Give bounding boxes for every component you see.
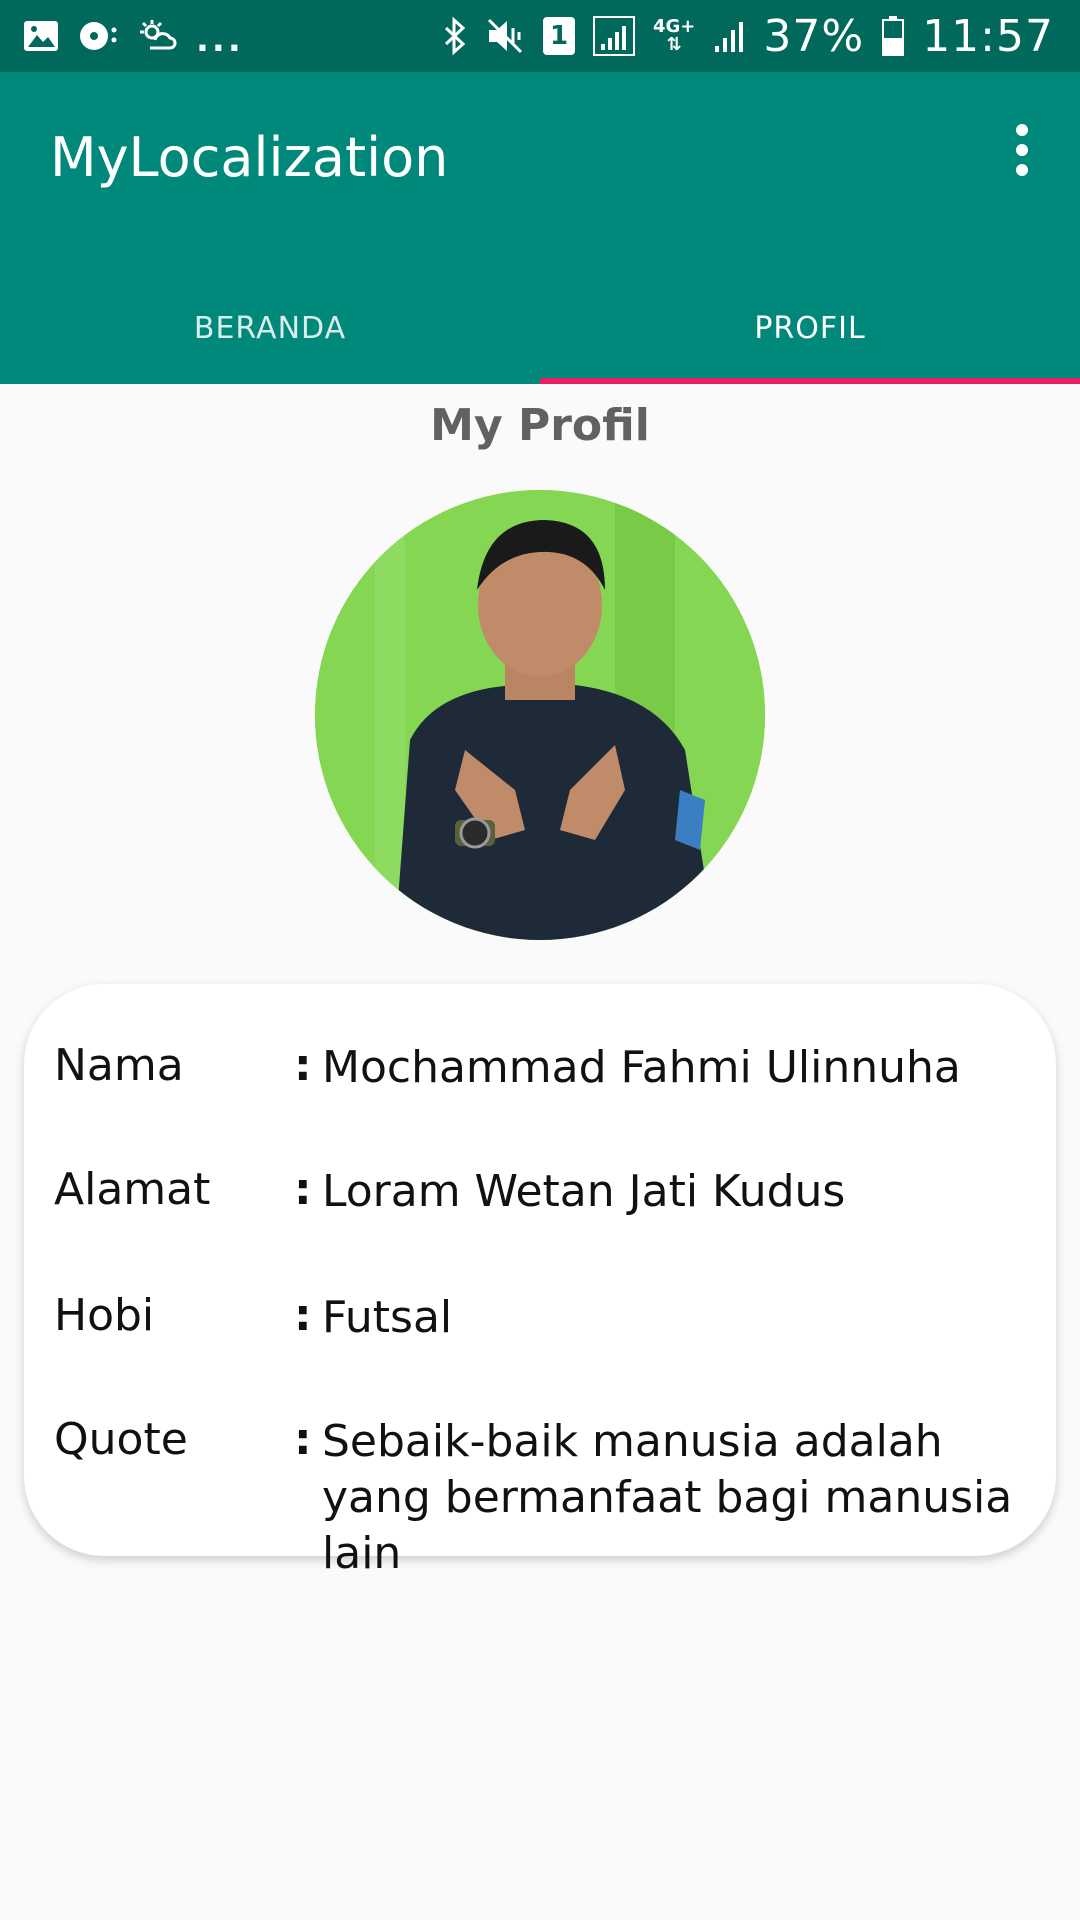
app-bar: MyLocalization BERANDA PROFIL — [0, 72, 1080, 384]
signal-sim1-icon — [593, 14, 635, 58]
image-icon — [22, 14, 60, 58]
profile-row-alamat: Alamat : Loram Wetan Jati Kudus — [54, 1164, 1032, 1220]
status-bar-right: 1 4G+ ⇅ 37% 11:57 — [443, 11, 1054, 62]
profile-row-hobi: Hobi : Futsal — [54, 1290, 1032, 1346]
weather-icon — [136, 14, 178, 58]
row-value: Mochammad Fahmi Ulinnuha — [322, 1042, 961, 1093]
clock: 11:57 — [922, 10, 1054, 62]
status-bar-left: ... — [22, 14, 244, 58]
status-bar: ... 1 4G+ ⇅ 37% 11:57 — [0, 0, 1080, 72]
mute-vibrate-icon — [485, 14, 525, 58]
row-label: Hobi — [54, 1290, 155, 1341]
row-separator: : — [294, 1164, 312, 1215]
profile-photo — [315, 490, 765, 940]
bluetooth-icon — [443, 14, 467, 58]
row-separator: : — [294, 1414, 312, 1465]
profile-card: Nama : Mochammad Fahmi Ulinnuha Alamat :… — [24, 984, 1056, 1579]
row-value: Sebaik-baik manusia adalah yang bermanfa… — [322, 1416, 1013, 1579]
row-value: Loram Wetan Jati Kudus — [322, 1166, 846, 1217]
profile-row-nama: Nama : Mochammad Fahmi Ulinnuha — [54, 1040, 1032, 1096]
tab-beranda[interactable]: BERANDA — [0, 272, 540, 384]
row-label: Quote — [54, 1414, 188, 1465]
page-title: My Profil — [430, 400, 650, 451]
tab-profil[interactable]: PROFIL — [540, 272, 1080, 384]
sim-slot-badge: 1 — [543, 17, 575, 55]
row-separator: : — [294, 1040, 312, 1091]
media-icon — [78, 14, 118, 58]
app-title: MyLocalization — [50, 126, 449, 189]
tab-indicator — [540, 378, 1080, 384]
network-type-label: 4G+ ⇅ — [653, 16, 696, 55]
row-label: Alamat — [54, 1164, 211, 1215]
profile-row-quote: Quote : Sebaik-baik manusia adalah yang … — [54, 1414, 1032, 1582]
row-separator: : — [294, 1290, 312, 1341]
row-value: Futsal — [322, 1292, 453, 1343]
tab-bar: BERANDA PROFIL — [0, 272, 1080, 384]
more-notifications-indicator: ... — [196, 20, 244, 60]
battery-icon — [882, 14, 905, 58]
more-vert-icon[interactable] — [994, 122, 1050, 178]
row-label: Nama — [54, 1040, 184, 1091]
signal-sim2-icon — [713, 14, 745, 58]
battery-percent: 37% — [763, 10, 865, 62]
